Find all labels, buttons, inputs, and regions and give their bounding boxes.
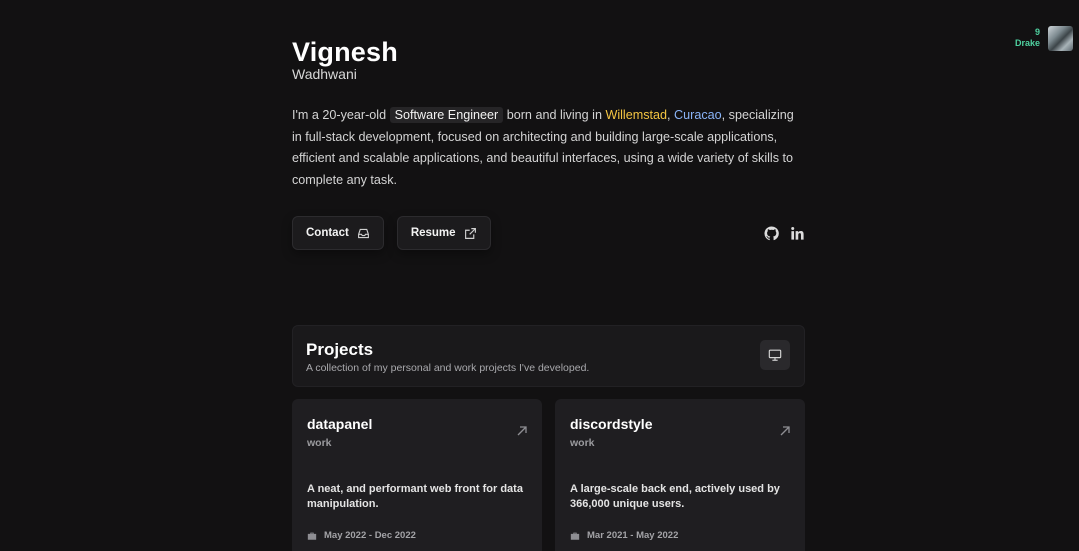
inbox-icon (357, 228, 369, 239)
project-description: A neat, and performant web front for dat… (307, 483, 523, 511)
project-name: discordstyle (570, 416, 653, 433)
project-date: May 2022 - Dec 2022 (307, 530, 416, 541)
project-cards: datapanel work A neat, and performant we… (292, 399, 805, 551)
project-name: datapanel (307, 416, 373, 433)
country-text: Curacao (674, 108, 722, 122)
project-date-text: May 2022 - Dec 2022 (324, 530, 416, 542)
bio-comma: , (667, 108, 675, 122)
linkedin-icon[interactable] (790, 226, 805, 241)
project-tag: work (570, 437, 595, 450)
monitor-button[interactable] (760, 340, 790, 371)
now-playing-text: 9 Drake (1015, 27, 1040, 49)
project-card-discordstyle[interactable]: discordstyle work A large-scale back end… (555, 399, 805, 551)
project-tag: work (307, 437, 332, 450)
projects-title: Projects (306, 340, 374, 360)
project-date-text: Mar 2021 - May 2022 (587, 530, 679, 542)
page-title: Vignesh (292, 37, 398, 67)
bio-text-2: born and living in (503, 108, 606, 122)
external-link-icon (464, 227, 476, 239)
project-card-datapanel[interactable]: datapanel work A neat, and performant we… (292, 399, 542, 551)
arrow-up-right-icon[interactable] (779, 425, 791, 437)
bio-text-1: I'm a 20-year-old (292, 108, 390, 122)
resume-label: Resume (410, 227, 456, 240)
main-content: Vignesh Wadhwani I'm a 20-year-old Softw… (292, 36, 805, 551)
role-highlight: Software Engineer (389, 107, 504, 123)
now-playing-widget[interactable]: 9 Drake (1015, 26, 1073, 51)
briefcase-icon (570, 532, 580, 540)
monitor-icon (768, 349, 782, 362)
projects-header: Projects A collection of my personal and… (292, 325, 805, 388)
project-date: Mar 2021 - May 2022 (570, 530, 678, 541)
action-bar: Contact Resume (292, 216, 805, 251)
arrow-up-right-icon[interactable] (516, 425, 528, 437)
contact-label: Contact (306, 227, 349, 240)
now-playing-count: 9 (1034, 27, 1040, 37)
briefcase-icon (307, 532, 317, 540)
projects-subtitle: A collection of my personal and work pro… (306, 362, 590, 375)
contact-button[interactable]: Contact (292, 216, 384, 251)
city-text: Willemstad (605, 108, 668, 122)
project-description: A large-scale back end, actively used by… (570, 483, 780, 511)
page: 9 Drake Vignesh Wadhwani I'm a 20-year-o… (0, 0, 1079, 551)
album-art[interactable] (1048, 26, 1073, 51)
bio-paragraph: I'm a 20-year-old Software Engineer born… (292, 105, 805, 191)
github-icon[interactable] (764, 226, 779, 241)
social-links (764, 226, 805, 241)
now-playing-artist: Drake (1014, 38, 1040, 48)
resume-button[interactable]: Resume (396, 216, 491, 251)
page-subtitle: Wadhwani (292, 66, 357, 82)
